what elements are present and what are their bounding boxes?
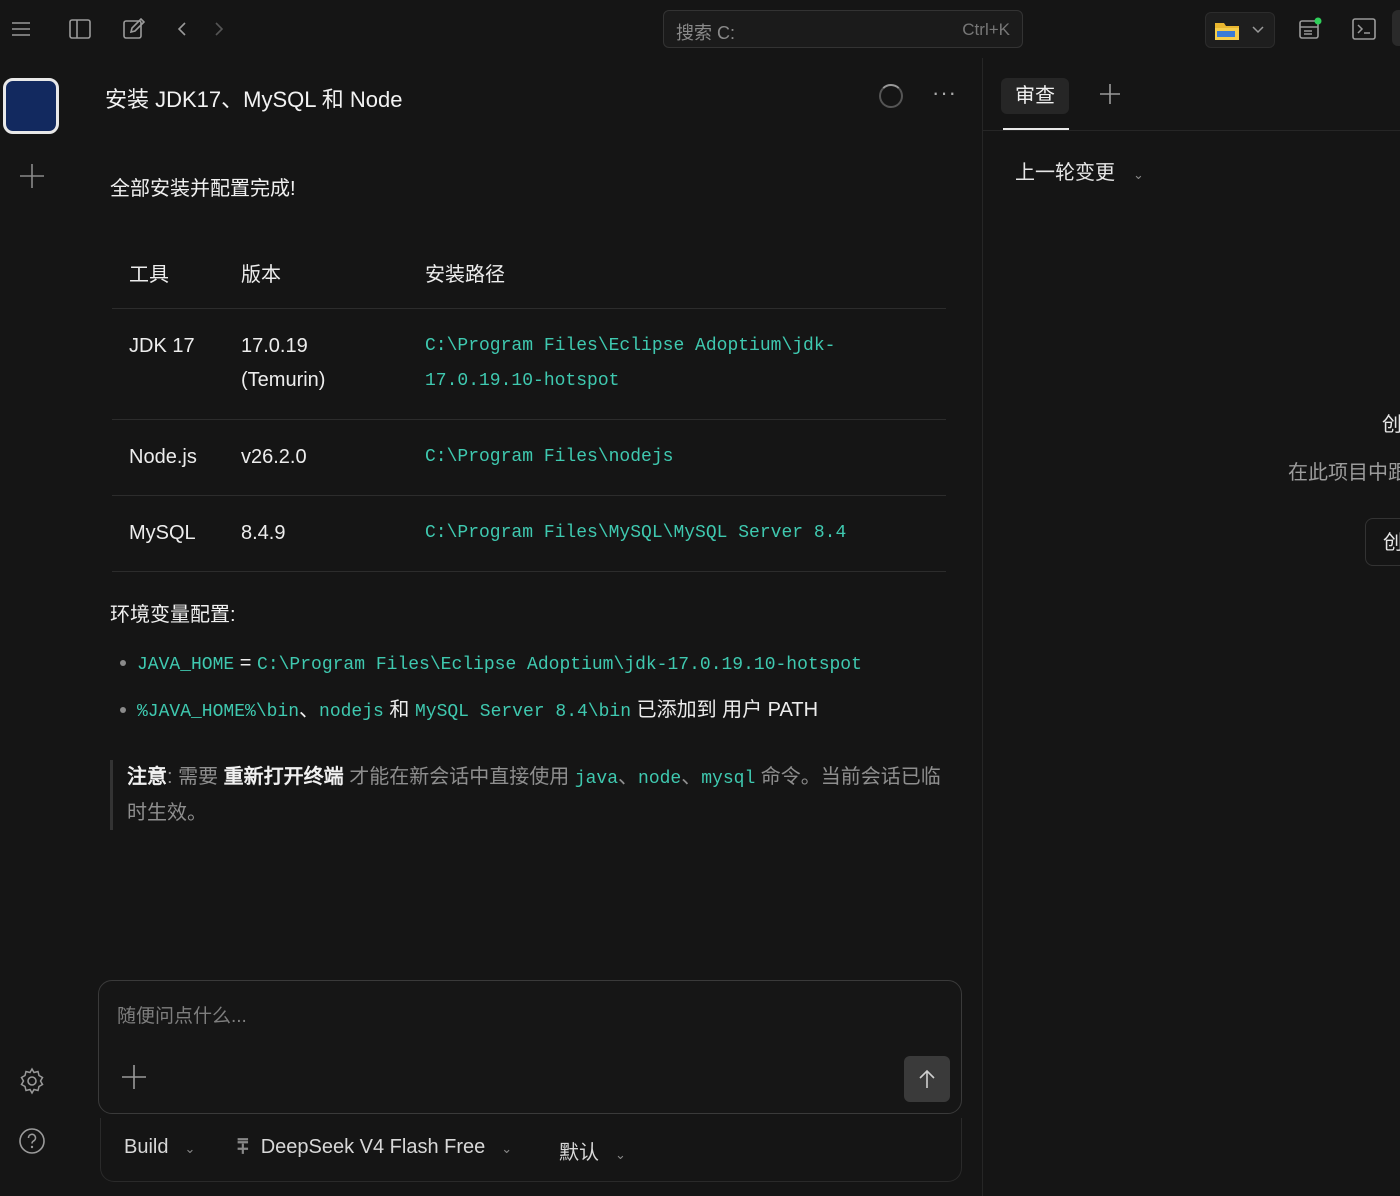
chevron-down-icon: ⌄ (501, 1141, 513, 1156)
path-entry: %JAVA_HOME%\bin (137, 702, 300, 722)
create-button[interactable]: 创 (1365, 518, 1400, 566)
edit-icon[interactable] (119, 14, 149, 44)
model-select[interactable]: ⩱ DeepSeek V4 Flash Free ⌄ (237, 1136, 512, 1159)
sidebar-icon[interactable] (65, 14, 95, 44)
chevron-down-icon: ⌄ (184, 1141, 196, 1156)
table-row: JDK 17 17.0.19 (Temurin) C:\Program File… (112, 308, 946, 420)
table-header-row: 工具 版本 安装路径 (112, 236, 946, 309)
separator: 、 (299, 699, 320, 721)
tool-version: v26.2.0 (224, 419, 408, 496)
path-line: C:\Program Files\Eclipse Adoptium\jdk- (425, 336, 836, 356)
path-note: 已添加到 用户 PATH (631, 699, 819, 721)
table-header: 版本 (224, 236, 408, 309)
search-input[interactable]: 搜索 C: Ctrl+K (663, 10, 1023, 48)
env-var-value: C:\Program Files\Eclipse Adoptium\jdk-17… (257, 655, 862, 675)
top-bar: 搜索 C: Ctrl+K (0, 0, 1400, 59)
list-item: %JAVA_HOME%\bin、nodejs 和 MySQL Server 8.… (120, 693, 967, 740)
search-placeholder: 搜索 C: (676, 23, 736, 43)
empty-state-text: 在此项目中跟 (1288, 462, 1400, 484)
empty-state-title: 创 (1382, 414, 1400, 436)
message-composer[interactable]: 随便问点什么... (98, 980, 962, 1114)
note-block: 注意: 需要 重新打开终端 才能在新会话中直接使用 java、node、mysq… (110, 760, 943, 830)
folder-icon (1215, 23, 1239, 40)
table-header: 工具 (112, 236, 224, 309)
table-row: MySQL 8.4.9 C:\Program Files\MySQL\MySQL… (112, 495, 946, 572)
command-code: mysql (701, 769, 756, 789)
send-button[interactable] (904, 1056, 950, 1102)
tool-version: 8.4.9 (224, 495, 408, 572)
env-var-name: JAVA_HOME (137, 655, 235, 675)
arrow-up-icon (919, 1069, 935, 1088)
left-rail (0, 58, 81, 1196)
tools-table: 工具 版本 安装路径 JDK 17 17.0.19 (Temurin) C:\P… (112, 236, 946, 572)
changes-dropdown[interactable]: 上一轮变更 ⌄ (1015, 156, 1144, 185)
mode-label: Build (124, 1136, 169, 1158)
composer-placeholder: 随便问点什么... (117, 1006, 247, 1027)
window-edge (1392, 10, 1400, 46)
chevron-down-icon (1252, 26, 1264, 34)
more-options-icon[interactable]: ··· (932, 80, 957, 106)
install-path: C:\Program Files\MySQL\MySQL Server 8.4 (408, 495, 946, 572)
conjunction: 和 (383, 699, 415, 721)
chat-panel: 安装 JDK17、MySQL 和 Node ··· 全部安装并配置完成! 工具 … (80, 58, 982, 1196)
panel-icon[interactable] (1295, 14, 1325, 44)
back-icon[interactable] (167, 14, 197, 44)
model-icon: ⩱ (237, 1136, 249, 1158)
version-line: 17.0.19 (241, 335, 308, 357)
tool-name: MySQL (112, 495, 224, 572)
workspace-avatar[interactable] (3, 78, 59, 134)
help-icon[interactable] (18, 1127, 46, 1155)
tab-divider (983, 130, 1400, 131)
table-row: Node.js v26.2.0 C:\Program Files\nodejs (112, 419, 946, 496)
note-label: 注意 (127, 766, 167, 788)
env-list: JAVA_HOME = C:\Program Files\Eclipse Ado… (120, 646, 967, 740)
review-panel: 审查 上一轮变更 ⌄ 创 在此项目中跟 创 (982, 58, 1400, 1196)
open-folder-button[interactable] (1205, 12, 1275, 48)
env-title: 环境变量配置: (110, 604, 236, 626)
loading-spinner-icon (879, 84, 903, 108)
path-line: 17.0.19.10-hotspot (425, 371, 620, 391)
version-line: (Temurin) (241, 369, 326, 391)
tool-version: 17.0.19 (Temurin) (224, 308, 408, 420)
terminal-icon[interactable] (1349, 14, 1379, 44)
add-tab-icon[interactable] (1099, 80, 1121, 112)
table-header: 安装路径 (408, 236, 946, 309)
attach-icon[interactable] (121, 1064, 147, 1096)
note-text: 才能在新会话中直接使用 (343, 766, 575, 788)
tab-review[interactable]: 审查 (1001, 78, 1069, 114)
changes-label: 上一轮变更 (1015, 162, 1115, 184)
settings-icon[interactable] (18, 1067, 46, 1095)
variant-label: 默认 (559, 1142, 599, 1164)
path-entry: nodejs (319, 702, 384, 722)
equals-sign: = (234, 652, 258, 674)
chevron-down-icon: ⌄ (615, 1147, 626, 1162)
path-entry: MySQL Server 8.4\bin (414, 702, 632, 722)
composer-options: Build ⌄ ⩱ DeepSeek V4 Flash Free ⌄ 默认 ⌄ (100, 1118, 962, 1182)
search-shortcut: Ctrl+K (962, 20, 1010, 39)
install-path: C:\Program Files\nodejs (408, 419, 946, 496)
tool-name: Node.js (112, 419, 224, 496)
chevron-down-icon: ⌄ (1133, 167, 1144, 182)
model-label: DeepSeek V4 Flash Free (260, 1136, 486, 1158)
forward-icon[interactable] (204, 14, 234, 44)
command-code: node (638, 769, 682, 789)
command-code: java (574, 769, 619, 789)
list-item: JAVA_HOME = C:\Program Files\Eclipse Ado… (120, 646, 967, 693)
menu-icon[interactable] (6, 14, 36, 44)
add-workspace-icon[interactable] (18, 162, 46, 190)
mode-select[interactable]: Build ⌄ (124, 1136, 195, 1159)
separator: 、 (618, 766, 639, 788)
variant-select[interactable]: 默认 ⌄ (559, 1136, 626, 1165)
note-text: : 需要 (167, 766, 224, 788)
tool-name: JDK 17 (112, 308, 224, 420)
note-emphasis: 重新打开终端 (223, 766, 344, 788)
done-message: 全部安装并配置完成! (110, 178, 296, 200)
chat-title: 安装 JDK17、MySQL 和 Node (105, 87, 403, 112)
install-path: C:\Program Files\Eclipse Adoptium\jdk- 1… (408, 308, 946, 420)
separator: 、 (681, 766, 702, 788)
